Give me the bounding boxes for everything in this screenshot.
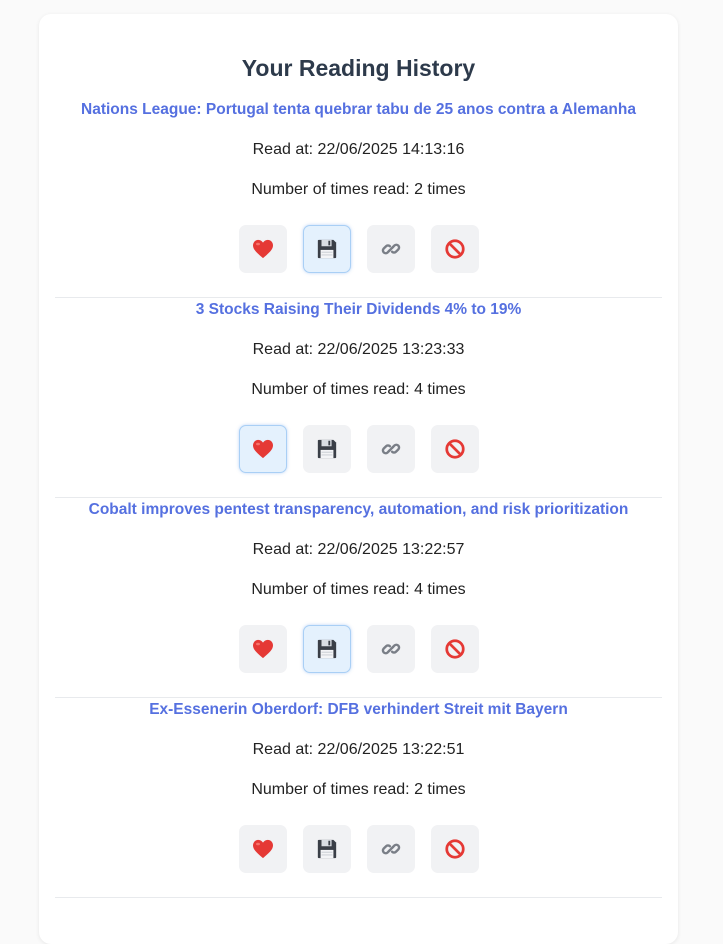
list-item: Cobalt improves pentest transparency, au… [55, 498, 662, 698]
floppy-disk-icon [316, 238, 338, 260]
block-button[interactable] [430, 225, 479, 273]
floppy-disk-icon [316, 638, 338, 660]
article-title-link[interactable]: Cobalt improves pentest transparency, au… [55, 500, 662, 520]
page-title: Your Reading History [241, 55, 476, 81]
floppy-disk-icon [316, 838, 338, 860]
read-count-text: Number of times read: 2 times [251, 781, 466, 798]
block-button[interactable] [430, 625, 479, 673]
save-button[interactable] [302, 425, 351, 473]
link-icon [380, 438, 402, 460]
read-count-text: Number of times read: 4 times [251, 381, 466, 398]
action-bar [55, 225, 662, 273]
link-icon [380, 638, 402, 660]
share-link-button[interactable] [366, 425, 415, 473]
save-button[interactable] [302, 625, 351, 673]
block-button[interactable] [430, 425, 479, 473]
link-icon [380, 838, 402, 860]
read-count-text: Number of times read: 4 times [251, 581, 466, 598]
heart-icon [252, 239, 274, 259]
like-button[interactable] [238, 425, 287, 473]
floppy-disk-icon [316, 438, 338, 460]
no-entry-icon [444, 838, 466, 860]
link-icon [380, 238, 402, 260]
list-item: Nations League: Portugal tenta quebrar t… [55, 98, 662, 298]
read-at-text: Read at: 22/06/2025 13:22:57 [252, 541, 465, 558]
action-bar [55, 425, 662, 473]
read-at-text: Read at: 22/06/2025 13:23:33 [252, 341, 465, 358]
save-button[interactable] [302, 225, 351, 273]
like-button[interactable] [238, 225, 287, 273]
heart-icon [252, 439, 274, 459]
article-title-link[interactable]: Ex-Essenerin Oberdorf: DFB verhindert St… [55, 700, 662, 720]
like-button[interactable] [238, 625, 287, 673]
list-item: Ex-Essenerin Oberdorf: DFB verhindert St… [55, 698, 662, 898]
article-title-link[interactable]: Nations League: Portugal tenta quebrar t… [55, 100, 662, 120]
action-bar [55, 825, 662, 873]
article-title-link[interactable]: 3 Stocks Raising Their Dividends 4% to 1… [55, 300, 662, 320]
read-at-text: Read at: 22/06/2025 14:13:16 [252, 141, 465, 158]
like-button[interactable] [238, 825, 287, 873]
no-entry-icon [444, 238, 466, 260]
block-button[interactable] [430, 825, 479, 873]
reading-history-card: Your Reading History Nations League: Por… [39, 14, 678, 944]
heart-icon [252, 839, 274, 859]
share-link-button[interactable] [366, 625, 415, 673]
history-list: Nations League: Portugal tenta quebrar t… [55, 98, 662, 898]
no-entry-icon [444, 638, 466, 660]
save-button[interactable] [302, 825, 351, 873]
heart-icon [252, 639, 274, 659]
share-link-button[interactable] [366, 825, 415, 873]
no-entry-icon [444, 438, 466, 460]
read-at-text: Read at: 22/06/2025 13:22:51 [252, 741, 465, 758]
list-item: 3 Stocks Raising Their Dividends 4% to 1… [55, 298, 662, 498]
share-link-button[interactable] [366, 225, 415, 273]
read-count-text: Number of times read: 2 times [251, 181, 466, 198]
action-bar [55, 625, 662, 673]
